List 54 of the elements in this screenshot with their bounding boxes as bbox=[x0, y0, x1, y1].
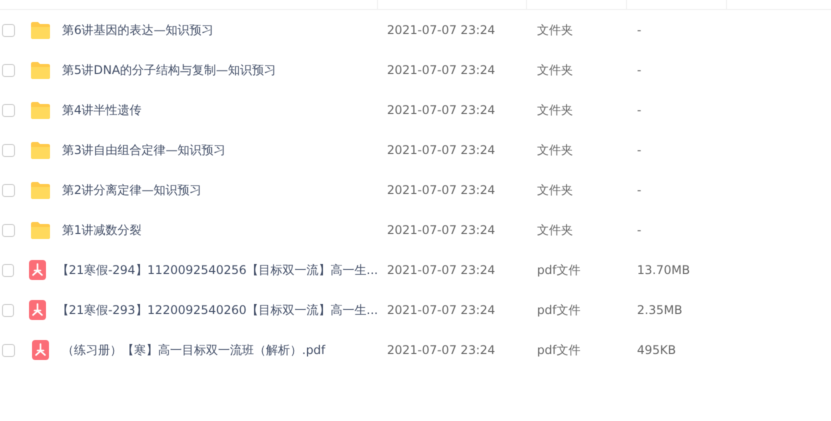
file-type: 文件夹 bbox=[537, 63, 573, 77]
file-size: - bbox=[637, 223, 642, 237]
file-type: 文件夹 bbox=[537, 183, 573, 197]
file-size: 495KB bbox=[637, 343, 676, 357]
folder-icon bbox=[30, 22, 51, 38]
file-size: 2.35MB bbox=[637, 303, 682, 317]
file-name[interactable]: 第1讲减数分裂 bbox=[62, 221, 142, 239]
modified-time: 2021-07-07 23:24 bbox=[387, 23, 496, 37]
folder-icon bbox=[30, 142, 51, 158]
file-type: 文件夹 bbox=[537, 23, 573, 37]
row-checkbox[interactable] bbox=[2, 224, 15, 236]
file-type: pdf文件 bbox=[537, 303, 580, 317]
folder-icon bbox=[30, 62, 51, 78]
modified-time: 2021-07-07 23:24 bbox=[387, 143, 496, 157]
row-checkbox[interactable] bbox=[2, 344, 15, 356]
file-name[interactable]: 【21寒假-293】1220092540260【目标双一流】高一生... bbox=[56, 301, 378, 319]
row-checkbox[interactable] bbox=[2, 104, 15, 116]
file-name[interactable]: （练习册）【寒】高一目标双一流班（解析）.pdf bbox=[62, 341, 326, 359]
file-type: pdf文件 bbox=[537, 263, 580, 277]
folder-icon bbox=[30, 222, 51, 238]
pdf-icon bbox=[28, 300, 46, 320]
file-name[interactable]: 第5讲DNA的分子结构与复制—知识预习 bbox=[62, 61, 276, 79]
file-type: pdf文件 bbox=[537, 343, 580, 357]
folder-icon bbox=[30, 102, 51, 118]
modified-time: 2021-07-07 23:24 bbox=[387, 183, 496, 197]
file-size: - bbox=[637, 23, 642, 37]
modified-time: 2021-07-07 23:24 bbox=[387, 303, 496, 317]
file-size: - bbox=[637, 143, 642, 157]
pdf-icon bbox=[28, 260, 46, 280]
file-name[interactable]: 【21寒假-294】1120092540256【目标双一流】高一生... bbox=[56, 261, 378, 279]
file-size: 13.70MB bbox=[637, 263, 690, 277]
modified-time: 2021-07-07 23:24 bbox=[387, 343, 496, 357]
file-size: - bbox=[637, 63, 642, 77]
modified-time: 2021-07-07 23:24 bbox=[387, 263, 496, 277]
file-name[interactable]: 第2讲分离定律—知识预习 bbox=[62, 181, 202, 199]
file-size: - bbox=[637, 103, 642, 117]
file-name[interactable]: 第6讲基因的表达—知识预习 bbox=[62, 21, 214, 39]
file-name[interactable]: 第4讲半性遗传 bbox=[62, 101, 142, 119]
row-checkbox[interactable] bbox=[2, 144, 15, 156]
row-checkbox[interactable] bbox=[2, 304, 14, 316]
folder-icon bbox=[30, 182, 51, 198]
file-size: - bbox=[637, 183, 642, 197]
modified-time: 2021-07-07 23:24 bbox=[387, 63, 496, 77]
pdf-icon bbox=[32, 340, 49, 360]
file-type: 文件夹 bbox=[537, 143, 573, 157]
row-checkbox[interactable] bbox=[2, 264, 14, 276]
modified-time: 2021-07-07 23:24 bbox=[387, 103, 496, 117]
file-type: 文件夹 bbox=[537, 223, 573, 237]
modified-time: 2021-07-07 23:24 bbox=[387, 223, 496, 237]
row-checkbox[interactable] bbox=[2, 24, 15, 36]
file-type: 文件夹 bbox=[537, 103, 573, 117]
file-name[interactable]: 第3讲自由组合定律—知识预习 bbox=[62, 141, 226, 159]
row-checkbox[interactable] bbox=[2, 64, 15, 76]
row-checkbox[interactable] bbox=[2, 184, 15, 196]
